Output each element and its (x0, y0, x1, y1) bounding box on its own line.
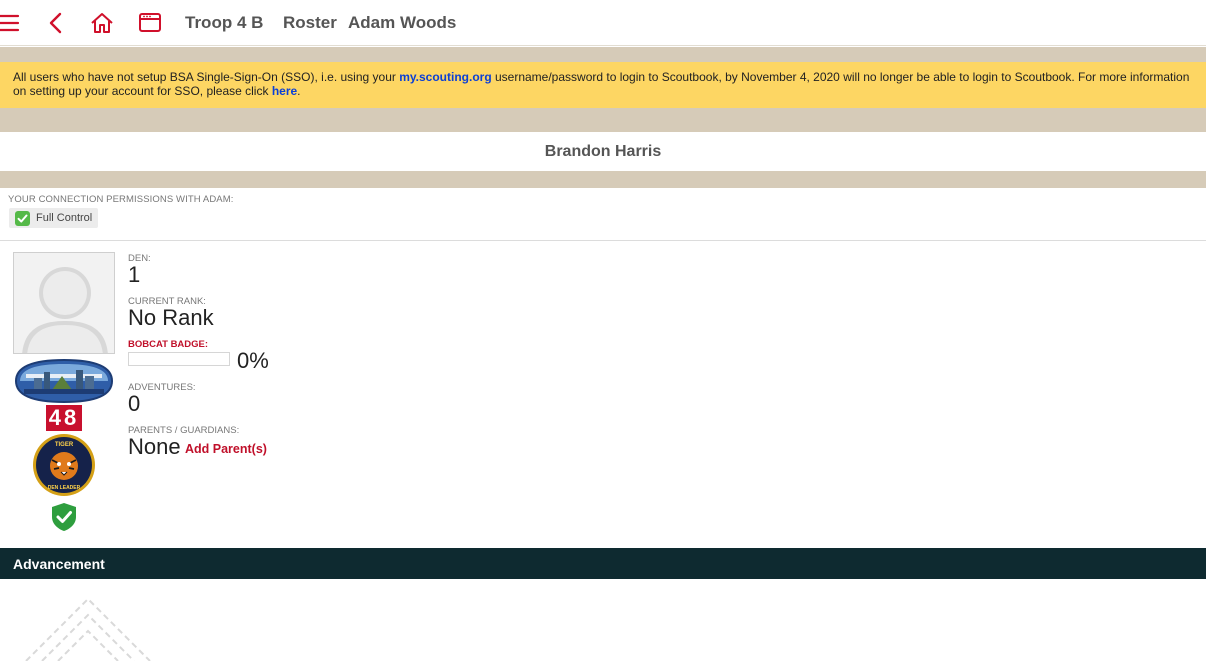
section-divider (0, 240, 1206, 241)
adventures-value: 0 (128, 391, 141, 416)
menu-icon[interactable] (0, 10, 22, 36)
permissions-label: YOUR CONNECTION PERMISSIONS WITH ADAM: (8, 194, 234, 205)
spacer-band-bottom (0, 171, 1206, 188)
permission-badge-label: Full Control (36, 212, 93, 224)
bobcat-progress-bar (128, 352, 230, 366)
connection-name: Brandon Harris (544, 143, 662, 160)
breadcrumb-roster[interactable]: Roster (283, 13, 337, 33)
home-icon[interactable] (89, 10, 115, 36)
browser-window-icon[interactable] (137, 10, 163, 36)
parents-value: None (128, 434, 181, 459)
spacer-band-middle (0, 108, 1206, 132)
checkmark-icon (15, 210, 30, 226)
sso-notice-banner: All users who have not setup BSA Single-… (0, 62, 1206, 108)
unit-number-badge: 48 (46, 405, 82, 431)
council-patch-icon (14, 358, 114, 404)
advancement-section-header: Advancement (0, 548, 1206, 579)
add-parent-link[interactable]: Add Parent(s) (185, 442, 267, 456)
bobcat-badge-label[interactable]: BOBCAT BADGE: (128, 339, 208, 350)
advancement-diamond-graphic (25, 597, 151, 661)
sso-help-link[interactable]: here (272, 84, 297, 98)
verified-shield-icon (52, 503, 76, 531)
notice-text-1: All users who have not setup BSA Single-… (13, 70, 400, 84)
tiger-den-leader-patch-icon: TIGER DEN LEADER (33, 434, 95, 496)
den-value: 1 (128, 262, 141, 287)
bobcat-percent: 0% (237, 348, 269, 373)
breadcrumb-scout: Adam Woods (348, 13, 457, 32)
breadcrumb-unit[interactable]: Troop 4 B (185, 13, 263, 33)
user-silhouette-icon (14, 253, 114, 353)
connection-name-bar: Brandon Harris (0, 132, 1206, 171)
advancement-title: Advancement (13, 556, 105, 572)
permission-badge: Full Control (9, 208, 99, 228)
top-nav-bar: Troop 4 B Roster Adam Woods (0, 0, 1206, 46)
notice-text-3: . (297, 84, 301, 98)
current-rank-value: No Rank (128, 305, 214, 330)
scouting-org-link[interactable]: my.scouting.org (399, 70, 491, 84)
back-icon[interactable] (44, 10, 70, 36)
spacer-band-top (0, 47, 1206, 62)
patch-text-bottom: DEN LEADER (48, 485, 81, 491)
avatar[interactable] (13, 252, 115, 354)
patch-text-top: TIGER (55, 442, 74, 448)
